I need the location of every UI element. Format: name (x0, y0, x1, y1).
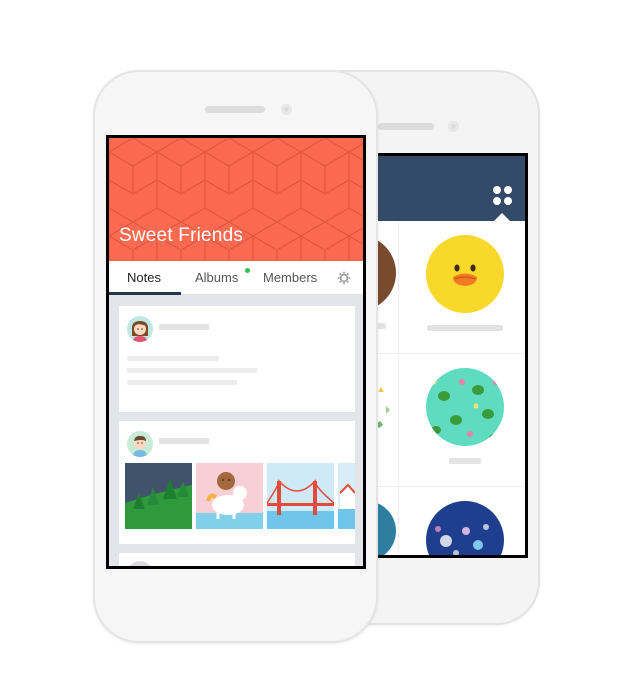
front-phone-speaker (205, 106, 265, 113)
sticker-screen (373, 153, 528, 558)
member-avatar (127, 431, 153, 457)
sticker-grid (376, 221, 525, 555)
bokeh-sticker (426, 501, 504, 555)
member-avatar (127, 316, 153, 342)
back-phone-speaker (378, 123, 434, 130)
photo-thumbnail-bridge[interactable] (267, 463, 334, 529)
sticker-cell[interactable] (399, 487, 525, 555)
note-card[interactable] (119, 306, 355, 412)
sticker-name-placeholder (427, 325, 503, 331)
tab-notes[interactable]: Notes (127, 270, 161, 285)
author-name-placeholder (159, 324, 209, 330)
group-tabs: Notes Albums Members (109, 261, 363, 295)
front-phone-camera (281, 104, 292, 115)
author-name-placeholder (159, 438, 209, 444)
grid-icon[interactable] (493, 186, 513, 206)
albums-new-badge (245, 268, 250, 273)
photo-thumbnail-characters[interactable] (196, 463, 263, 529)
sticker-cell[interactable] (399, 221, 525, 354)
duck-sticker (426, 235, 504, 313)
photo-thumbnail-house[interactable] (338, 463, 355, 529)
text-line-placeholder (127, 368, 257, 373)
sticker-cell[interactable] (399, 354, 525, 487)
group-screen: Sweet Friends Notes Albums Members (106, 135, 366, 569)
gear-icon[interactable] (337, 271, 351, 285)
group-cover: Sweet Friends (109, 138, 363, 261)
tab-albums[interactable]: Albums (195, 270, 238, 285)
tab-members[interactable]: Members (263, 270, 317, 285)
active-tab-indicator (109, 292, 181, 295)
sticker-name-placeholder (449, 458, 481, 464)
frog-pattern-sticker (426, 368, 504, 446)
back-phone-camera (448, 121, 459, 132)
front-phone: Sweet Friends Notes Albums Members (93, 70, 378, 643)
group-title: Sweet Friends (119, 225, 244, 246)
photo-note-card[interactable] (119, 421, 355, 544)
note-card[interactable] (119, 553, 355, 566)
menu-pointer (494, 213, 510, 221)
photo-thumbnail-forest[interactable] (125, 463, 192, 529)
member-avatar (127, 561, 153, 566)
sticker-header-bar (376, 156, 525, 221)
text-line-placeholder (127, 380, 237, 385)
text-line-placeholder (127, 356, 219, 361)
